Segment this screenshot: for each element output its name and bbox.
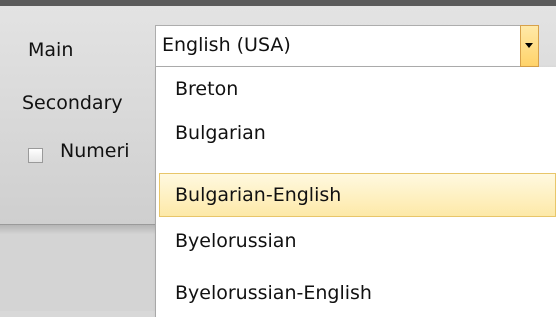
dropdown-item-byelorussian[interactable]: Byelorussian	[159, 219, 556, 263]
numeric-checkbox[interactable]	[28, 148, 43, 163]
main-language-value: English (USA)	[162, 34, 291, 56]
secondary-label: Secondary	[22, 92, 123, 114]
language-dropdown-list: Breton Bulgarian Bulgarian-English Byelo…	[155, 67, 556, 317]
main-label: Main	[28, 39, 74, 61]
dropdown-item-bulgarian[interactable]: Bulgarian	[159, 111, 556, 155]
dropdown-item-breton[interactable]: Breton	[159, 67, 556, 111]
combo-dropdown-button[interactable]	[520, 25, 539, 67]
chevron-down-icon	[525, 43, 533, 48]
numeric-label[interactable]: Numeri	[60, 140, 158, 162]
main-language-combo[interactable]: English (USA)	[155, 25, 539, 67]
dropdown-item-bulgarian-english[interactable]: Bulgarian-English	[159, 173, 556, 217]
dropdown-item-byelorussian-english[interactable]: Byelorussian-English	[159, 271, 556, 315]
